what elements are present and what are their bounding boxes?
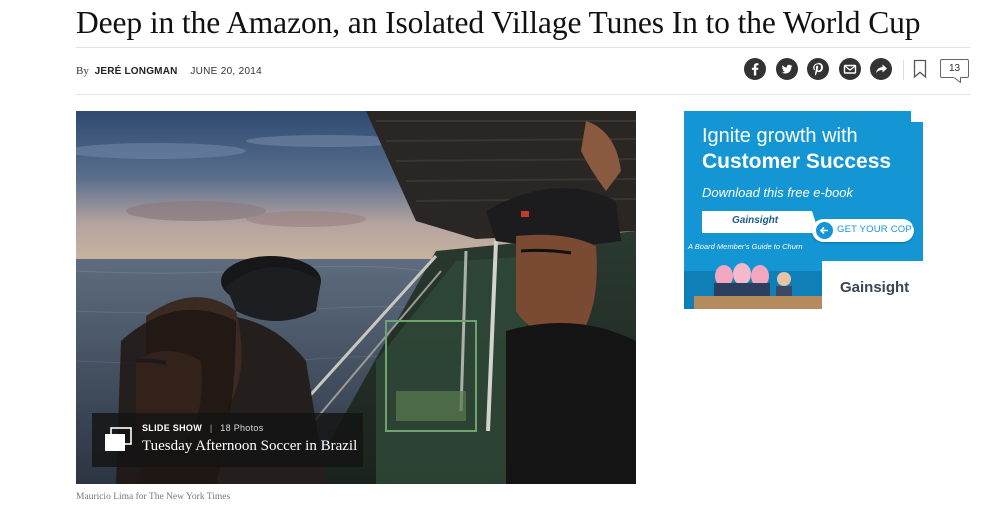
ad-subline: Download this free e-book bbox=[702, 185, 854, 200]
twitter-icon bbox=[781, 64, 793, 74]
bookmark-icon bbox=[913, 59, 927, 79]
pinterest-share-button[interactable] bbox=[807, 58, 829, 80]
facebook-share-button[interactable] bbox=[744, 58, 766, 80]
advertisement[interactable]: Ignite growth with Customer Success Down… bbox=[684, 111, 923, 309]
byline-divider bbox=[76, 94, 970, 95]
arrow-left-icon bbox=[816, 222, 833, 239]
pinterest-icon bbox=[813, 62, 823, 76]
slideshow-meta: SLIDE SHOW | 18 Photos bbox=[142, 423, 264, 433]
ad-cta-button[interactable]: GET YOUR COPY bbox=[812, 219, 918, 242]
publish-date: JUNE 20, 2014 bbox=[190, 66, 263, 77]
save-article-button[interactable] bbox=[913, 59, 927, 79]
ad-cta-label: GET YOUR COPY bbox=[837, 224, 919, 235]
twitter-share-button[interactable] bbox=[776, 58, 798, 80]
slideshow-link[interactable]: SLIDE SHOW | 18 Photos Tuesday Afternoon… bbox=[92, 413, 363, 467]
byline-prefix: By bbox=[76, 65, 89, 77]
slideshow-kicker: SLIDE SHOW bbox=[142, 423, 203, 433]
slideshow-title: Tuesday Afternoon Soccer in Brazil bbox=[142, 438, 358, 454]
ad-brand-logo: Gainsight bbox=[840, 279, 910, 296]
author-link[interactable]: JERÉ LONGMAN bbox=[95, 66, 178, 77]
ad-brand-top: Gainsight bbox=[732, 215, 779, 226]
ad-guide-caption: A Board Member's Guide to Churn bbox=[688, 242, 803, 251]
slideshow-icon bbox=[105, 427, 132, 451]
email-share-button[interactable] bbox=[839, 58, 861, 80]
ad-headline-line2: Customer Success bbox=[702, 150, 892, 173]
share-divider bbox=[903, 60, 904, 80]
byline: By JERÉ LONGMAN JUNE 20, 2014 bbox=[76, 65, 262, 77]
ad-headline-line1: Ignite growth with bbox=[702, 125, 858, 147]
facebook-icon bbox=[751, 63, 759, 76]
comment-bubble-tail-icon bbox=[953, 77, 961, 83]
share-icon bbox=[876, 64, 887, 74]
photo-credit: Mauricio Lima for The New York Times bbox=[76, 492, 231, 502]
slideshow-separator: | bbox=[209, 423, 213, 433]
email-icon bbox=[843, 64, 857, 74]
article-headline: Deep in the Amazon, an Isolated Village … bbox=[76, 5, 921, 40]
header-divider bbox=[76, 47, 970, 48]
more-share-button[interactable] bbox=[870, 58, 892, 80]
slideshow-count: 18 Photos bbox=[220, 423, 264, 433]
comments-button[interactable]: 13 bbox=[940, 59, 969, 78]
adchoices-icon[interactable] bbox=[911, 111, 923, 122]
